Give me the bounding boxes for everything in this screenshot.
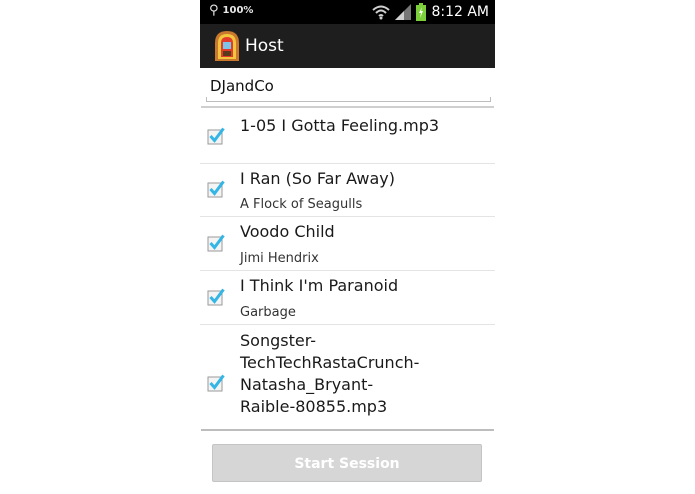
song-list: 1-05 I Gotta Feeling.mp3 I Ran (So Far A…: [200, 108, 495, 429]
clock: 8:12 AM: [431, 4, 489, 20]
signal-icon: [395, 4, 412, 20]
song-item[interactable]: I Ran (So Far Away) A Flock of Seagulls: [200, 164, 495, 217]
song-item[interactable]: I Think I'm Paranoid Garbage: [200, 271, 495, 325]
session-name-input[interactable]: [210, 75, 485, 97]
song-title: 1-05 I Gotta Feeling.mp3: [240, 116, 440, 135]
footer-divider: [201, 429, 494, 431]
checkbox-checked-icon[interactable]: [207, 127, 225, 145]
song-title: I Ran (So Far Away): [240, 169, 395, 188]
song-artist: Jimi Hendrix: [240, 251, 319, 266]
checkbox-checked-icon[interactable]: [207, 180, 225, 198]
song-title: Voodo Child: [240, 222, 335, 241]
song-item[interactable]: 1-05 I Gotta Feeling.mp3: [200, 108, 495, 164]
status-left: ⚲ 100%: [209, 3, 253, 19]
start-session-button[interactable]: Start Session: [212, 444, 482, 482]
song-artist: A Flock of Seagulls: [240, 197, 363, 212]
checkbox-checked-icon[interactable]: [207, 374, 225, 392]
page-title: Host: [245, 36, 284, 56]
battery-percent: 100%: [222, 5, 254, 16]
action-bar: Host: [200, 24, 495, 68]
wifi-icon: [372, 5, 391, 20]
input-underline: [206, 97, 491, 102]
song-title: I Think I'm Paranoid: [240, 276, 399, 295]
jukebox-icon[interactable]: [212, 30, 242, 62]
usb-icon: ⚲: [209, 3, 219, 18]
song-item[interactable]: Voodo Child Jimi Hendrix: [200, 217, 495, 271]
status-bar: ⚲ 100% 8:12 AM: [200, 0, 495, 24]
battery-icon: [416, 3, 427, 21]
song-title-line: Raible-80855.mp3: [240, 397, 388, 416]
song-item[interactable]: Songster- TechTechRastaCrunch- Natasha_B…: [200, 325, 495, 429]
song-title-line: Songster-: [240, 331, 317, 350]
checkbox-checked-icon[interactable]: [207, 234, 225, 252]
status-right: 8:12 AM: [372, 2, 489, 22]
checkbox-checked-icon[interactable]: [207, 288, 225, 306]
song-title-line: Natasha_Bryant-: [240, 375, 374, 394]
phone-screen: ⚲ 100% 8:12 AM Host DJandCo 1-05 I Gotta…: [200, 0, 495, 494]
song-artist: Garbage: [240, 305, 296, 320]
song-title-line: TechTechRastaCrunch-: [240, 353, 420, 372]
